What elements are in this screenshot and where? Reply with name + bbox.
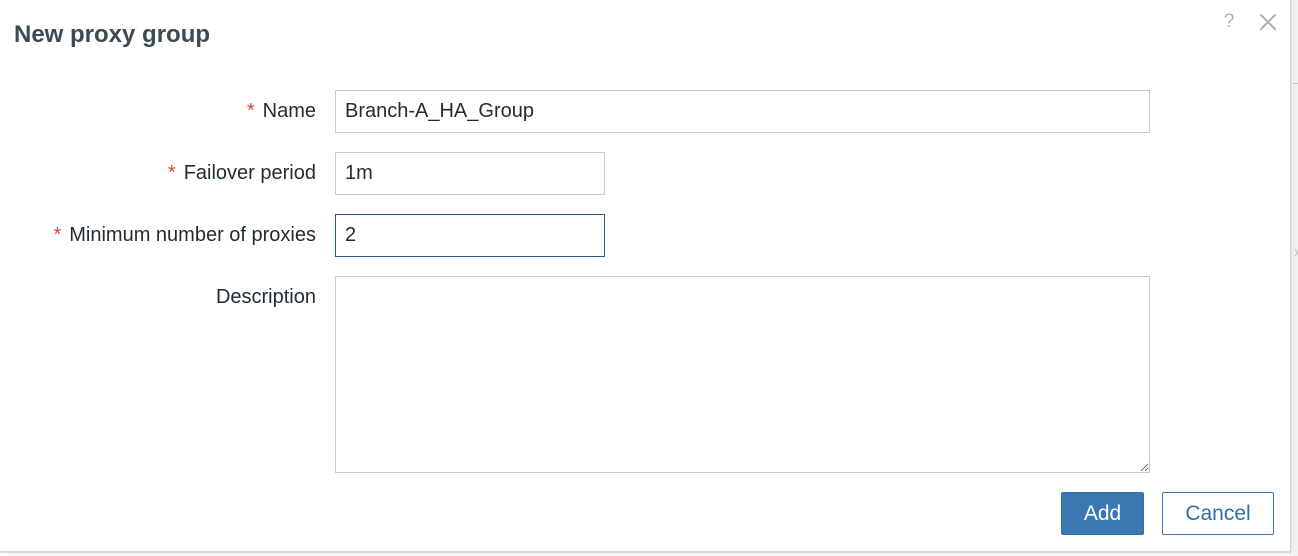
failover-period-label: * Failover period (168, 162, 316, 185)
dialog-title: New proxy group (14, 21, 211, 48)
name-label: * Name (247, 100, 316, 123)
required-marker: * (246, 100, 255, 122)
help-icon: ? (1223, 11, 1235, 32)
name-label-text: Name (262, 100, 316, 122)
required-marker: * (53, 224, 62, 246)
background-page-edge: ─ ✕ (1290, 0, 1298, 556)
cancel-button[interactable]: Cancel (1162, 492, 1274, 535)
min-proxies-label: * Minimum number of proxies (53, 224, 316, 247)
background-divider: ─ (1293, 76, 1298, 90)
required-marker: * (167, 162, 176, 184)
description-textarea[interactable] (335, 276, 1150, 473)
description-label: Description (216, 286, 316, 309)
help-button[interactable]: ? (1217, 10, 1241, 34)
failover-period-label-text: Failover period (183, 162, 316, 184)
failover-period-input[interactable] (335, 152, 605, 195)
description-label-text: Description (215, 286, 316, 308)
min-proxies-input[interactable] (335, 214, 605, 257)
min-proxies-label-text: Minimum number of proxies (69, 224, 316, 246)
name-input[interactable] (335, 90, 1150, 133)
close-button[interactable] (1256, 10, 1280, 34)
add-button[interactable]: Add (1061, 492, 1144, 535)
close-icon (1260, 14, 1276, 30)
background-close-icon: ✕ (1293, 246, 1298, 260)
new-proxy-group-dialog: New proxy group ? * Name * Failover period… (0, 0, 1290, 553)
